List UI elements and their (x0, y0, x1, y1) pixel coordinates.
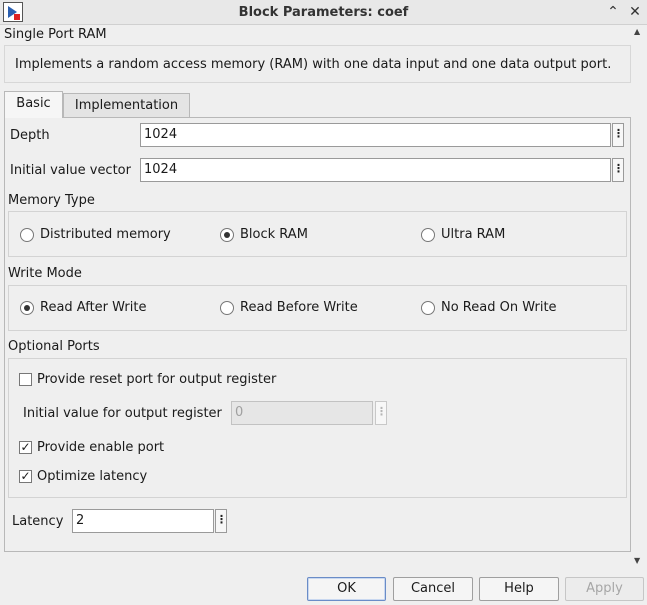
collapse-icon[interactable]: ⌃ (605, 4, 621, 20)
description-box: Implements a random access memory (RAM) … (4, 45, 631, 83)
checkbox[interactable] (19, 373, 32, 386)
checkbox-checked[interactable]: ✓ (19, 470, 32, 483)
radio-button[interactable] (20, 227, 34, 242)
radio-button[interactable] (220, 300, 234, 315)
checkbox-checked[interactable]: ✓ (19, 441, 32, 454)
checkbox-label: Provide enable port (37, 440, 165, 455)
radio-no-read-on-write[interactable]: No Read On Write (421, 300, 557, 315)
write-mode-label: Write Mode (8, 266, 82, 281)
init-vector-menu-button[interactable]: ⋮ (612, 158, 624, 182)
block-name: Single Port RAM (4, 27, 107, 42)
checkbox-label: Provide reset port for output register (37, 372, 277, 387)
vertical-scrollbar[interactable]: ▲ ▼ (632, 27, 644, 569)
radio-button[interactable] (421, 300, 435, 315)
checkbox-enable-port[interactable]: ✓ Provide enable port (19, 440, 164, 455)
depth-input[interactable]: 1024 (140, 123, 611, 147)
window-title: Block Parameters: coef (238, 5, 409, 20)
optional-ports-label: Optional Ports (8, 339, 100, 354)
radio-block-ram[interactable]: Block RAM (220, 227, 308, 242)
checkbox-label: Optimize latency (37, 469, 148, 484)
description-text: Implements a random access memory (RAM) … (15, 57, 612, 72)
init-output-menu-button[interactable]: ⋮ (375, 401, 387, 425)
radio-ultra-ram[interactable]: Ultra RAM (421, 227, 505, 242)
init-vector-input[interactable]: 1024 (140, 158, 611, 182)
scroll-up-icon[interactable]: ▲ (634, 27, 640, 36)
latency-input[interactable]: 2 (72, 509, 214, 533)
checkbox-reset-port[interactable]: Provide reset port for output register (19, 372, 276, 387)
init-output-label: Initial value for output register (23, 406, 222, 421)
radio-label: Read After Write (40, 300, 147, 315)
radio-label: Read Before Write (240, 300, 358, 315)
radio-button[interactable] (421, 227, 435, 242)
memory-type-label: Memory Type (8, 193, 95, 208)
latency-menu-button[interactable]: ⋮ (215, 509, 227, 533)
radio-button-selected[interactable] (220, 227, 234, 242)
depth-label: Depth (10, 128, 50, 143)
init-output-input[interactable]: 0 (231, 401, 373, 425)
radio-read-before-write[interactable]: Read Before Write (220, 300, 358, 315)
radio-label: Distributed memory (40, 227, 171, 242)
radio-label: No Read On Write (441, 300, 557, 315)
checkbox-optimize-latency[interactable]: ✓ Optimize latency (19, 469, 147, 484)
tab-implementation[interactable]: Implementation (63, 93, 190, 118)
radio-distributed-memory[interactable]: Distributed memory (20, 227, 171, 242)
radio-button-selected[interactable] (20, 300, 34, 315)
radio-label: Ultra RAM (441, 227, 506, 242)
tab-basic[interactable]: Basic (4, 91, 63, 118)
radio-label: Block RAM (240, 227, 308, 242)
apply-button[interactable]: Apply (565, 577, 644, 601)
radio-read-after-write[interactable]: Read After Write (20, 300, 146, 315)
close-icon[interactable]: ✕ (627, 4, 643, 20)
title-bar: Block Parameters: coef ⌃ ✕ (0, 0, 647, 25)
cancel-button[interactable]: Cancel (393, 577, 473, 601)
ok-button[interactable]: OK (307, 577, 386, 601)
latency-label: Latency (12, 514, 64, 529)
scroll-down-icon[interactable]: ▼ (634, 556, 640, 565)
depth-menu-button[interactable]: ⋮ (612, 123, 624, 147)
init-vector-label: Initial value vector (10, 163, 131, 178)
help-button[interactable]: Help (479, 577, 559, 601)
